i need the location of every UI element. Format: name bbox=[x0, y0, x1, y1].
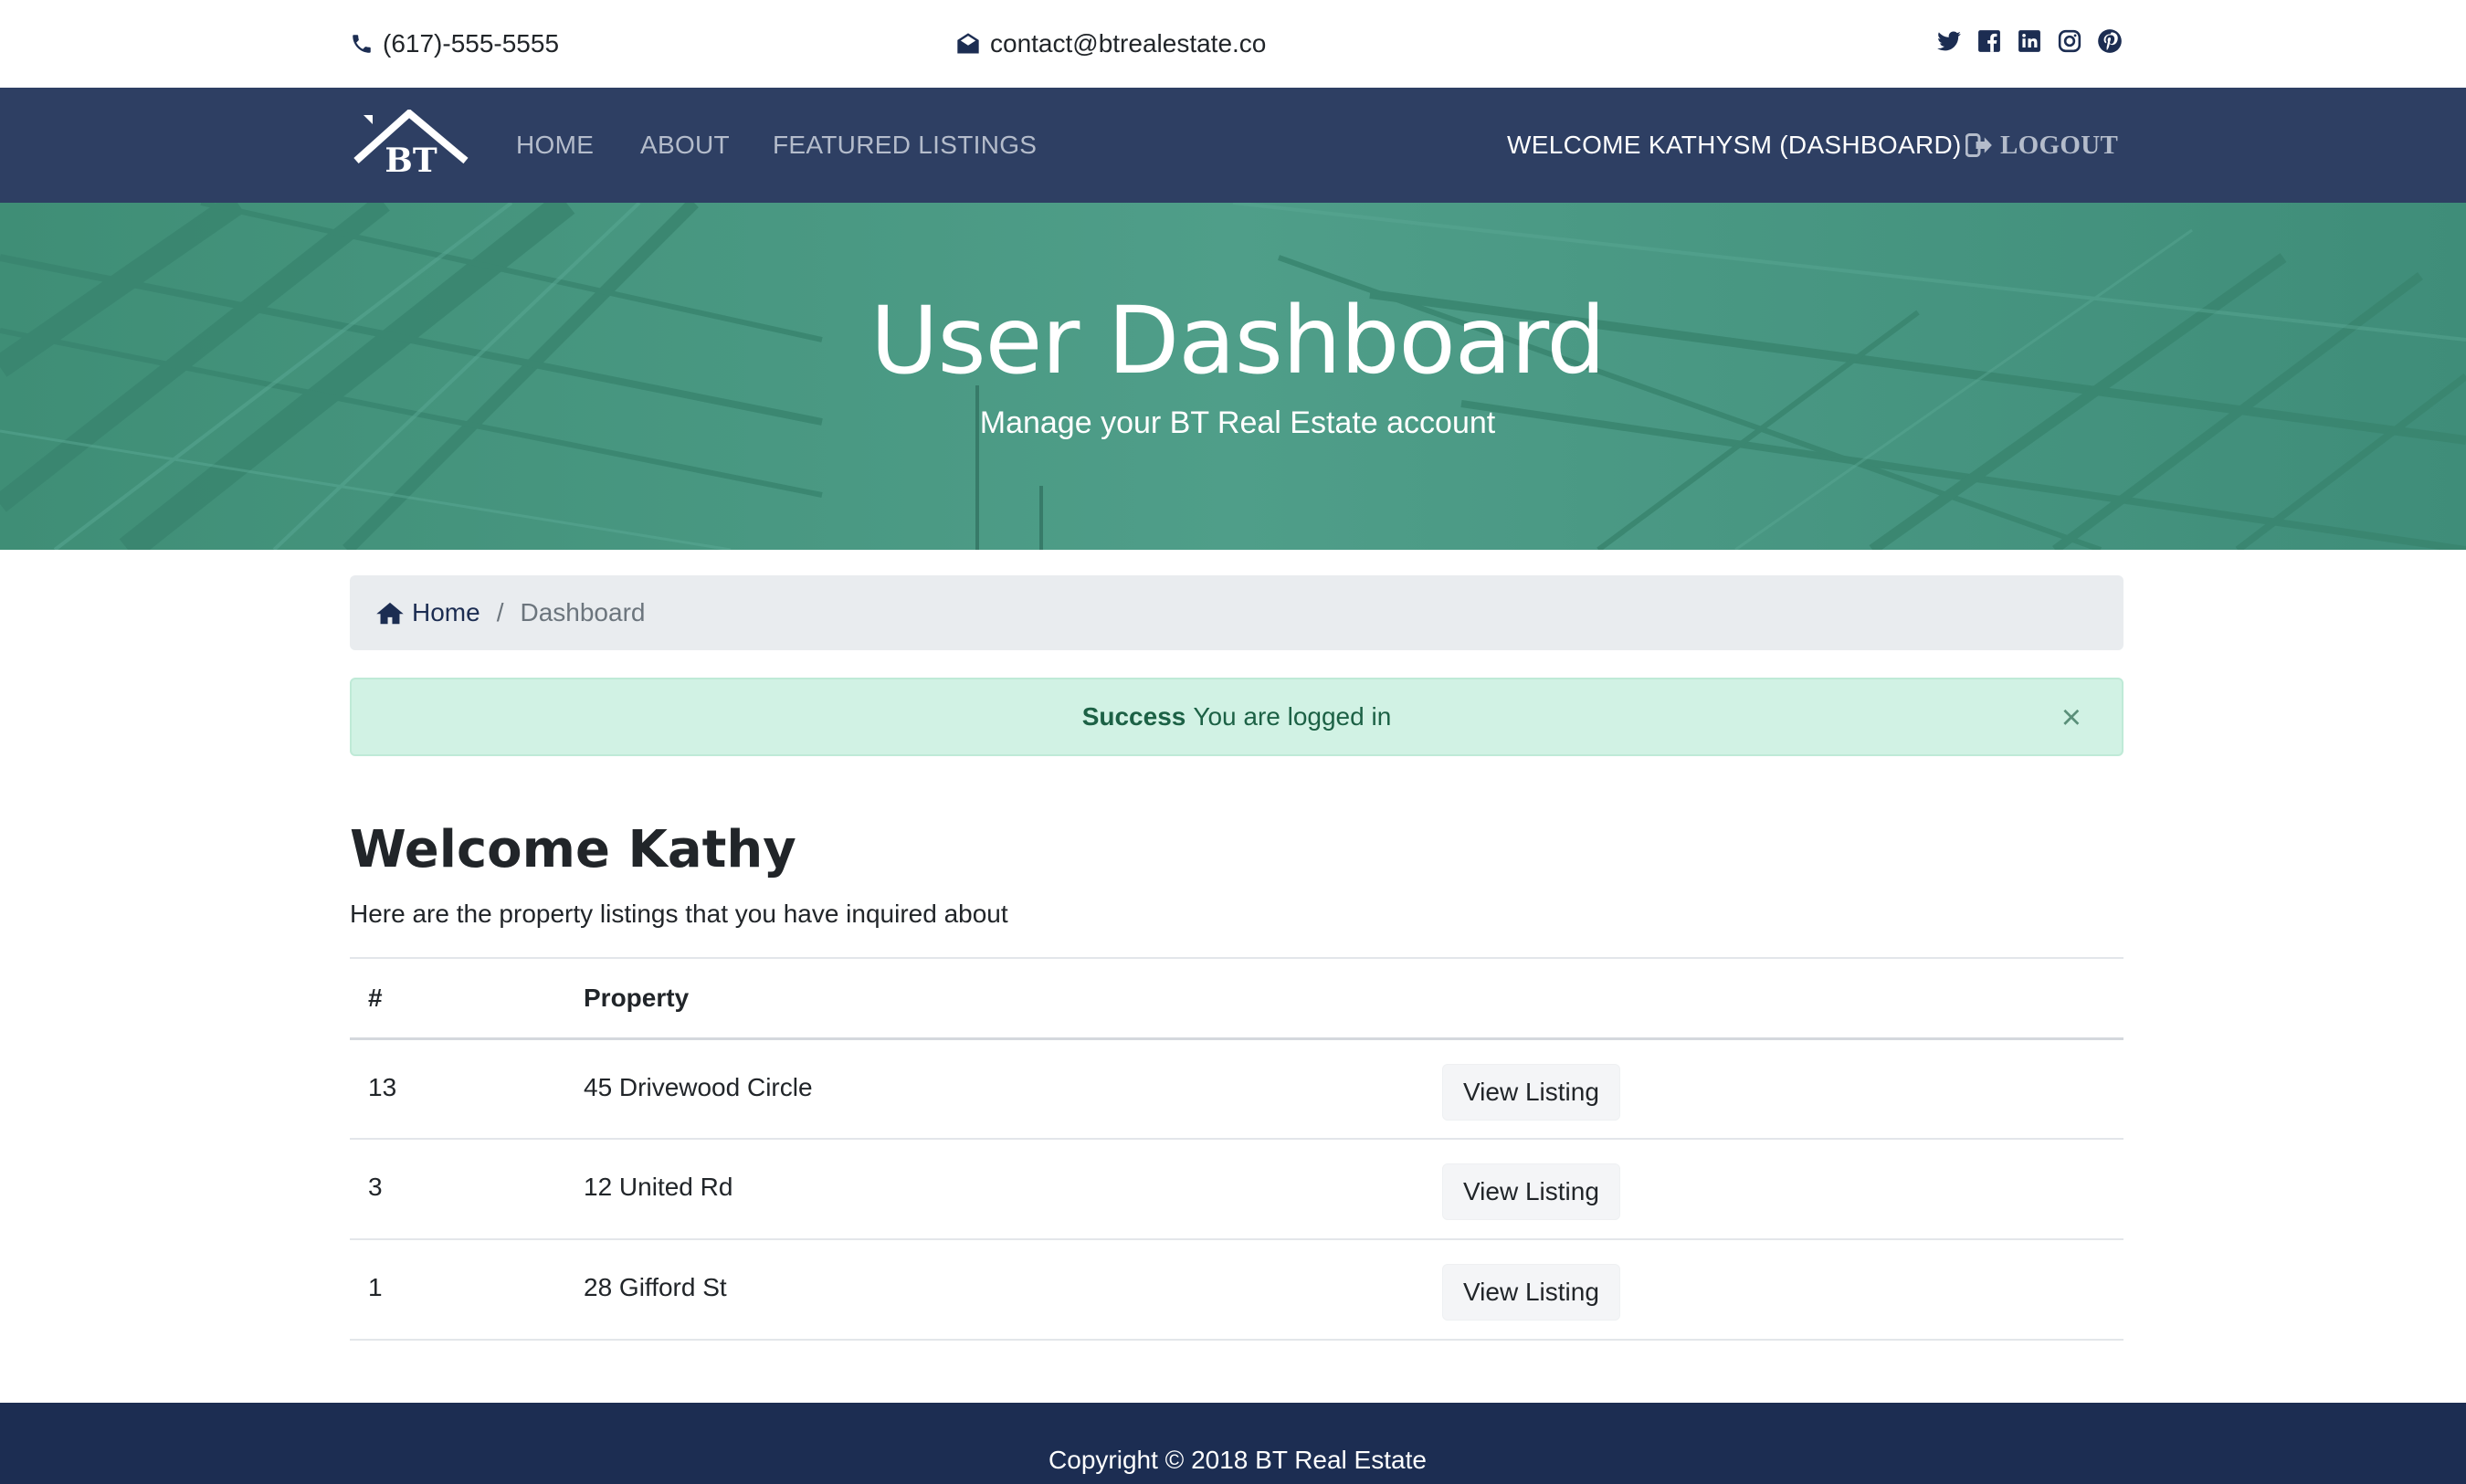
phone-number: (617)-555-5555 bbox=[383, 29, 560, 58]
linkedin-icon[interactable] bbox=[2016, 27, 2043, 55]
view-listing-button[interactable]: View Listing bbox=[1442, 1163, 1620, 1220]
breadcrumb-separator: / bbox=[496, 598, 504, 626]
email-address[interactable]: contact@btrealestate.co bbox=[990, 29, 1266, 58]
row-property: 45 Drivewood Circle bbox=[565, 1038, 1424, 1140]
twitter-icon[interactable] bbox=[1935, 27, 1963, 55]
row-id: 1 bbox=[350, 1239, 565, 1341]
phone-icon bbox=[353, 35, 371, 53]
table-header-row: # Property bbox=[350, 957, 2124, 1040]
page-title: User Dashboard bbox=[869, 287, 1606, 395]
nav-about-link[interactable]: ABOUT bbox=[640, 88, 730, 203]
sign-out-icon bbox=[1965, 133, 1992, 157]
table-row: 13 45 Drivewood Circle View Listing bbox=[350, 1038, 2124, 1140]
hero-banner: User Dashboard Manage your BT Real Estat… bbox=[0, 203, 2466, 550]
welcome-heading: Welcome Kathy bbox=[350, 820, 796, 879]
success-alert: Success You are logged in × bbox=[350, 678, 2124, 756]
view-listing-button[interactable]: View Listing bbox=[1442, 1063, 1620, 1121]
row-id: 13 bbox=[350, 1038, 565, 1140]
breadcrumb-current: Dashboard bbox=[520, 598, 646, 626]
logout-button[interactable]: LOGOUT bbox=[1965, 88, 2118, 203]
nav-dashboard-link[interactable]: WELCOME KATHYSM (DASHBOARD) bbox=[1507, 88, 1962, 203]
copyright-text: Copyright © 2018 BT Real Estate bbox=[1049, 1446, 1427, 1474]
table-row: 1 28 Gifford St View Listing bbox=[350, 1239, 2124, 1341]
nav-home-link[interactable]: HOME bbox=[516, 88, 594, 203]
top-bar: (617)-555-5555 contact@btrealestate.co bbox=[0, 0, 2466, 88]
home-icon bbox=[376, 602, 404, 625]
nav-featured-listings-link[interactable]: FEATURED LISTINGS bbox=[773, 88, 1037, 203]
inquiries-table: # Property 13 45 Drivewood Circle View L… bbox=[350, 957, 2124, 1341]
logout-label: LOGOUT bbox=[2000, 130, 2119, 160]
footer: Copyright © 2018 BT Real Estate bbox=[0, 1403, 2466, 1484]
breadcrumb-home-link[interactable]: Home bbox=[375, 598, 480, 627]
row-property: 28 Gifford St bbox=[565, 1239, 1424, 1341]
main-navbar: BT HOME ABOUT FEATURED LISTINGS WELCOME … bbox=[0, 88, 2466, 203]
svg-text:BT: BT bbox=[385, 142, 437, 175]
facebook-icon[interactable] bbox=[1976, 27, 2003, 55]
instagram-icon[interactable] bbox=[2056, 27, 2083, 55]
welcome-subtitle: Here are the property listings that you … bbox=[350, 900, 1008, 928]
alert-message: You are logged in bbox=[1193, 702, 1392, 731]
table-header-number: # bbox=[350, 957, 565, 1040]
phone-contact: (617)-555-5555 bbox=[350, 26, 559, 62]
social-links bbox=[1935, 27, 2124, 55]
bt-logo[interactable]: BT bbox=[353, 110, 471, 175]
alert-strong: Success bbox=[1081, 702, 1186, 731]
breadcrumb: Home / Dashboard bbox=[350, 575, 2124, 650]
view-listing-button[interactable]: View Listing bbox=[1442, 1264, 1620, 1321]
row-property: 12 United Rd bbox=[565, 1139, 1424, 1240]
table-row: 3 12 United Rd View Listing bbox=[350, 1139, 2124, 1240]
envelope-open-icon bbox=[957, 33, 979, 54]
row-id: 3 bbox=[350, 1139, 565, 1240]
table-header-property: Property bbox=[565, 957, 1424, 1040]
close-icon[interactable]: × bbox=[2061, 700, 2081, 735]
email-contact: contact@btrealestate.co bbox=[955, 26, 1266, 62]
pinterest-icon[interactable] bbox=[2096, 27, 2124, 55]
page-subtitle: Manage your BT Real Estate account bbox=[979, 405, 1496, 440]
table-header-actions bbox=[1424, 957, 2124, 1040]
breadcrumb-home-label: Home bbox=[412, 598, 480, 626]
